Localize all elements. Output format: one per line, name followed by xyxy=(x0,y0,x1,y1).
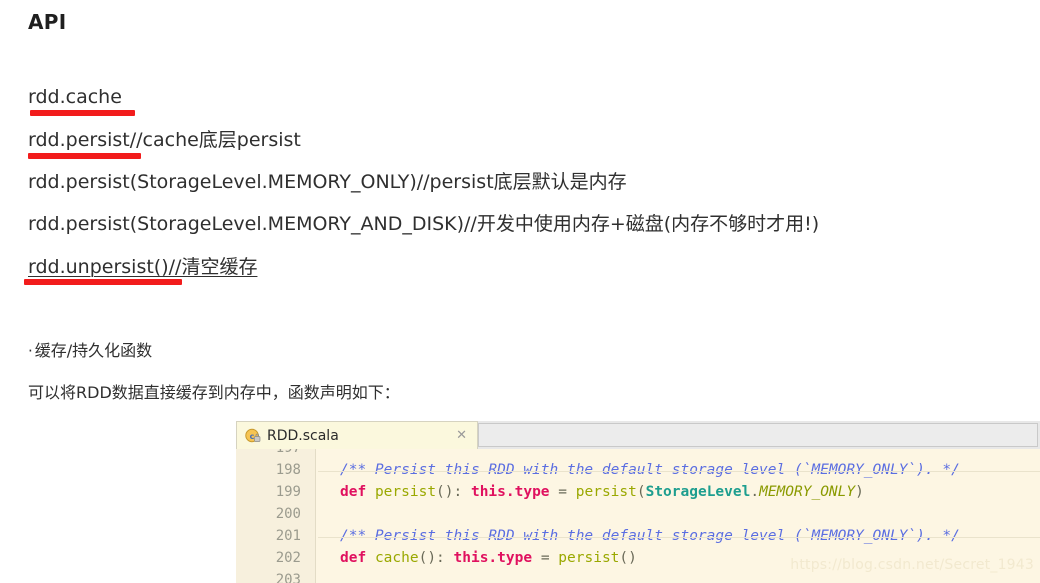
code-token: /** Persist this RDD with the default st… xyxy=(340,528,960,544)
editor-body: 197 198 199 200 201 202 203 /** Persist this R… xyxy=(236,449,1040,583)
code-token: ( xyxy=(636,484,646,500)
code-token: this.type xyxy=(470,484,550,500)
page-title: API xyxy=(28,10,67,34)
code-token: () xyxy=(619,550,637,566)
code-separator-top xyxy=(318,471,1040,472)
ide-screenshot: c RDD.scala ✕ 197 198 199 200 201 202 203 /** … xyxy=(236,421,1040,583)
line-number: 200 xyxy=(275,506,301,522)
code-token: StorageLevel xyxy=(645,484,751,500)
api-line-rdd-unpersist: rdd.unpersist()//清空缓存 xyxy=(28,256,258,278)
code-token: (): xyxy=(418,550,454,566)
editor-tab-bar-empty-area xyxy=(478,423,1038,447)
code-token: (): xyxy=(436,484,471,500)
code-line[interactable] xyxy=(316,449,1040,459)
close-icon[interactable]: ✕ xyxy=(454,429,469,442)
code-token: persist xyxy=(374,484,437,500)
api-line-persist-memory-and-disk: rdd.persist(StorageLevel.MEMORY_AND_DISK… xyxy=(28,213,820,235)
editor-gutter[interactable]: 197 198 199 200 201 202 203 xyxy=(236,449,316,583)
code-token: cache xyxy=(374,550,419,566)
highlight-marker-persist xyxy=(28,153,141,159)
code-token: = xyxy=(549,484,576,500)
editor-tab-label: RDD.scala xyxy=(267,427,339,444)
code-line[interactable] xyxy=(316,503,1040,525)
bullet-cache-functions: · 缓存/持久化函数 xyxy=(28,340,152,362)
paragraph-rdd-cache-description: 可以将RDD数据直接缓存到内存中，函数声明如下： xyxy=(28,383,400,402)
line-number: 202 xyxy=(275,550,301,566)
bullet-label: 缓存/持久化函数 xyxy=(34,341,153,360)
highlight-marker-unpersist xyxy=(24,279,182,285)
code-line[interactable]: /** Persist this RDD with the default st… xyxy=(316,459,1040,481)
code-separator-mid xyxy=(318,537,1040,538)
code-token: ) xyxy=(855,484,864,500)
highlight-marker-cache xyxy=(30,110,135,116)
line-number: 198 xyxy=(275,462,301,478)
scala-class-icon: c xyxy=(245,428,261,444)
line-number: 197 xyxy=(236,449,315,459)
watermark-url: https://blog.csdn.net/Secret_1943 xyxy=(790,557,1034,573)
bullet-dot-icon: · xyxy=(28,342,33,360)
code-line[interactable]: /** Persist this RDD with the default st… xyxy=(316,525,1040,547)
line-number: 199 xyxy=(275,484,301,500)
code-token: . xyxy=(750,484,760,500)
line-number: 203 xyxy=(275,572,301,583)
code-token: this.type xyxy=(453,550,533,566)
code-token: def xyxy=(340,484,367,500)
code-token: persist xyxy=(575,484,637,500)
api-line-rdd-cache: rdd.cache xyxy=(28,86,122,108)
editor-tab-bar: c RDD.scala ✕ xyxy=(236,421,1040,449)
line-number: 201 xyxy=(275,528,301,544)
code-token: /** Persist this RDD with the default st… xyxy=(340,462,960,478)
svg-text:c: c xyxy=(250,432,255,441)
api-line-persist-memory-only: rdd.persist(StorageLevel.MEMORY_ONLY)//p… xyxy=(28,171,627,193)
code-token: def xyxy=(340,550,367,566)
code-token: persist xyxy=(558,550,620,566)
api-line-rdd-persist: rdd.persist//cache底层persist xyxy=(28,129,301,151)
code-token: MEMORY_ONLY xyxy=(759,484,856,500)
editor-tab-rdd-scala[interactable]: c RDD.scala ✕ xyxy=(236,421,478,449)
code-token: = xyxy=(532,550,559,566)
code-line[interactable]: def persist(): this.type = persist(Stora… xyxy=(316,481,1040,503)
